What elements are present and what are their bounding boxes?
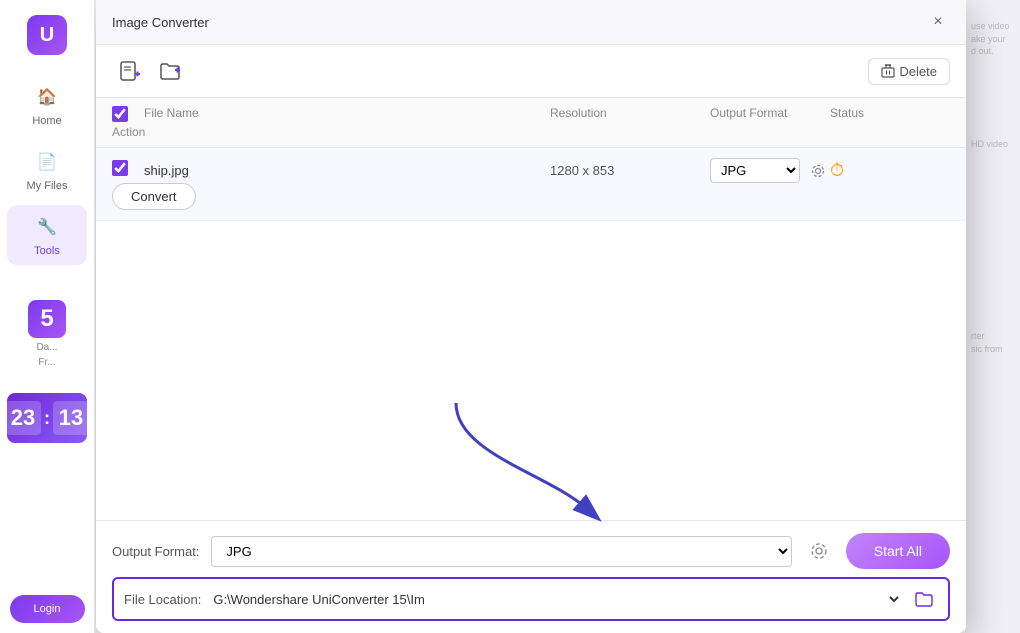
col-resolution: Resolution (550, 106, 710, 125)
col-action: Action (112, 125, 144, 139)
login-button[interactable]: Login (10, 595, 85, 623)
row-checkbox[interactable] (112, 160, 128, 176)
row-action-cell: Convert (112, 183, 144, 210)
col-format: Output Format (710, 106, 830, 125)
logo-icon: U (27, 15, 67, 55)
badge-sublabel: Fr... (38, 357, 55, 368)
right-text-1: use videoake yourd out. (971, 20, 1014, 58)
home-icon: 🏠 (33, 83, 61, 111)
files-icon: 📄 (33, 148, 61, 176)
badge-label: Da... (36, 342, 57, 353)
tools-icon: 🔧 (33, 213, 61, 241)
col-empty (324, 106, 550, 125)
start-all-button[interactable]: Start All (846, 533, 950, 569)
sidebar-item-label: Home (32, 115, 61, 127)
output-settings-icon (810, 542, 828, 560)
output-format-select[interactable]: JPG PNG WEBP (211, 536, 791, 567)
right-text-2: HD video (971, 138, 1014, 151)
timer-display: 23 : 13 (5, 401, 89, 435)
right-text-3: rtersic from (971, 330, 1014, 355)
sidebar: U 🏠 Home 📄 My Files 🔧 Tools 5 Da... Fr..… (0, 0, 95, 633)
timer-widget: 23 : 13 (7, 393, 87, 443)
sidebar-item-label: My Files (27, 180, 68, 192)
sidebar-item-label: Tools (34, 245, 60, 257)
sidebar-item-myfiles[interactable]: 📄 My Files (7, 140, 87, 200)
number-badge: 5 (28, 300, 66, 338)
file-location-select[interactable]: G:\Wondershare UniConverter 15\Im (209, 591, 902, 608)
add-folder-icon (159, 60, 181, 82)
right-panel: use videoake yourd out. HD video rtersic… (965, 0, 1020, 633)
delete-button[interactable]: Delete (868, 58, 950, 85)
timer-separator: : (44, 408, 50, 429)
dialog-titlebar: Image Converter × (96, 0, 966, 45)
add-file-button[interactable] (112, 53, 148, 89)
output-format-row: Output Format: JPG PNG WEBP Start All (112, 533, 950, 569)
sidebar-item-home[interactable]: 🏠 Home (7, 75, 87, 135)
dialog-toolbar: Delete (96, 45, 966, 98)
settings-icon (810, 163, 826, 179)
delete-label: Delete (899, 64, 937, 79)
col-check (112, 106, 144, 125)
row-format-cell: JPG PNG WEBP BMP (710, 158, 830, 183)
format-settings-button[interactable] (806, 159, 830, 183)
row-resolution: 1280 x 853 (550, 163, 710, 178)
row-status-cell: ⏱ (830, 160, 950, 181)
dialog-title: Image Converter (112, 15, 209, 30)
timer-hours: 23 (5, 401, 41, 435)
col-filename: File Name (144, 106, 324, 125)
add-file-icon (119, 60, 141, 82)
dialog-footer: Output Format: JPG PNG WEBP Start All Fi… (96, 520, 966, 633)
table-row: ship.jpg 1280 x 853 JPG PNG WEBP BMP ⏱ C… (96, 148, 966, 221)
select-all-checkbox[interactable] (112, 106, 128, 122)
folder-icon (915, 591, 933, 607)
output-format-label: Output Format: (112, 544, 199, 559)
add-folder-button[interactable] (152, 53, 188, 89)
close-button[interactable]: × (926, 10, 950, 34)
delete-icon (881, 64, 895, 78)
col-status: Status (830, 106, 950, 125)
app-logo: U (17, 10, 77, 60)
sidebar-item-tools[interactable]: 🔧 Tools (7, 205, 87, 265)
file-location-row: File Location: G:\Wondershare UniConvert… (112, 577, 950, 621)
dialog-content-area (96, 221, 966, 520)
image-converter-dialog: Image Converter × (96, 0, 966, 633)
output-settings-button[interactable] (804, 536, 834, 566)
row-format-select[interactable]: JPG PNG WEBP BMP (710, 158, 800, 183)
status-pending-icon: ⏱ (830, 160, 844, 180)
file-location-label: File Location: (124, 592, 201, 607)
timer-minutes: 13 (53, 401, 89, 435)
row-checkbox-cell (112, 160, 144, 181)
browse-folder-button[interactable] (910, 585, 938, 613)
sidebar-footer: Login (10, 595, 85, 623)
convert-button[interactable]: Convert (112, 183, 196, 210)
table-header: File Name Resolution Output Format Statu… (96, 98, 966, 148)
row-filename: ship.jpg (144, 163, 324, 178)
